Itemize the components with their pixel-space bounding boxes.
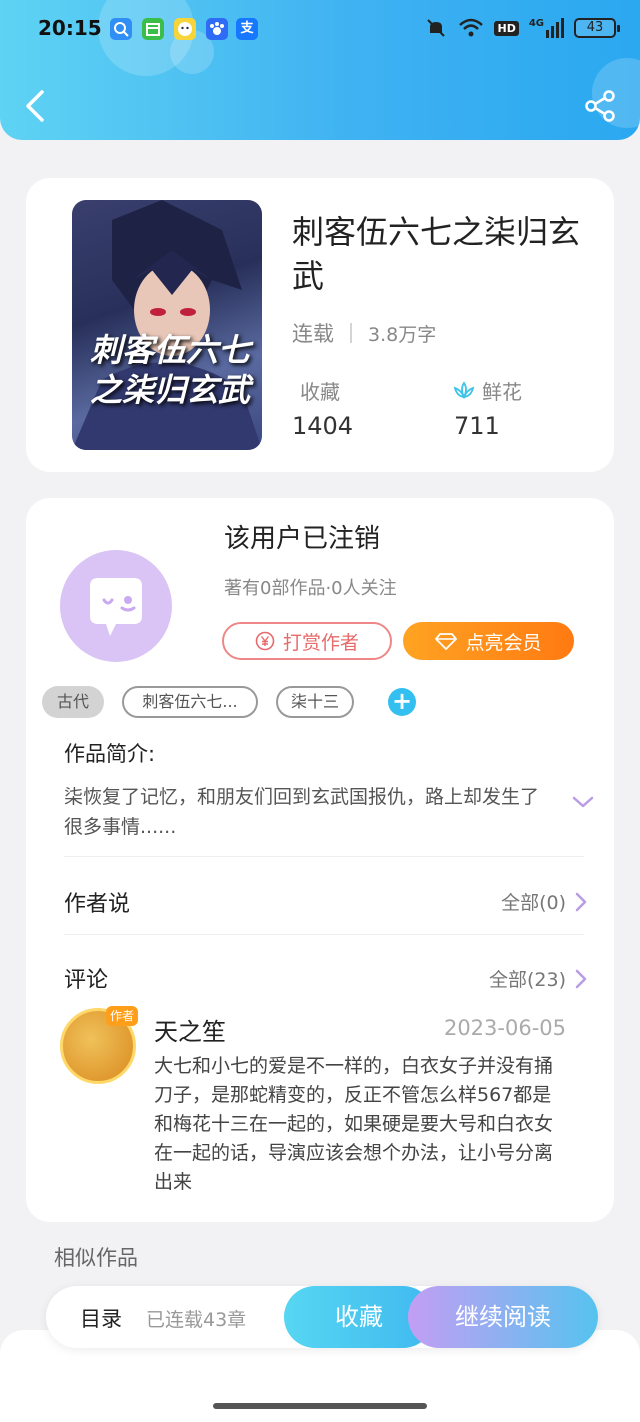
yen-coin-icon	[255, 631, 275, 651]
author-avatar[interactable]	[60, 550, 172, 662]
flower-stat-label: 鲜花	[482, 380, 522, 404]
chevron-right-icon	[575, 892, 587, 911]
status-time: 20:15	[38, 16, 102, 40]
chat-bubble-avatar-icon	[90, 578, 142, 636]
search-app-icon	[110, 18, 132, 40]
mute-bell-icon	[427, 19, 446, 37]
chapter-count[interactable]: 已连载43章	[146, 1305, 246, 1332]
flower-stat[interactable]: 鲜花	[452, 376, 522, 405]
alipay-app-icon: 支	[236, 18, 258, 40]
calendar-app-icon	[142, 18, 164, 40]
share-icon	[585, 90, 615, 122]
status-bar: 20:15 支 HD 4G 43	[0, 0, 640, 58]
collect-stat-label: 收藏	[300, 380, 340, 404]
commenter-name[interactable]: 天之笙	[154, 1012, 226, 1047]
comments-all-link[interactable]: 全部(23)	[489, 965, 588, 992]
wifi-icon	[459, 18, 484, 37]
collect-stat-value: 1404	[292, 412, 354, 440]
header: 20:15 支 HD 4G 43	[0, 0, 640, 140]
toc-button[interactable]: 目录	[80, 1303, 122, 1333]
continue-reading-button[interactable]: 继续阅读	[408, 1286, 598, 1348]
book-status: 连载	[292, 322, 334, 346]
home-indicator[interactable]	[213, 1403, 427, 1409]
signal-icon: 4G	[529, 18, 564, 38]
add-tag-button[interactable]: +	[388, 688, 416, 716]
similar-works-title: 相似作品	[54, 1246, 138, 1270]
chevron-right-icon	[575, 969, 587, 988]
bottom-action-bar: 目录 已连载43章 收藏 继续阅读	[46, 1286, 598, 1348]
back-chevron-icon	[26, 90, 44, 122]
author-name[interactable]: 该用户已注销	[224, 518, 380, 555]
diamond-icon	[435, 633, 458, 650]
flower-stat-value: 711	[454, 412, 500, 440]
battery-indicator: 43	[574, 18, 620, 38]
meta-divider	[350, 323, 352, 343]
back-button[interactable]	[22, 88, 50, 124]
comments-title: 评论	[64, 968, 109, 993]
system-icons: HD 4G 43	[424, 16, 620, 40]
book-meta: 连载 3.8万字	[292, 318, 436, 348]
reward-author-button[interactable]: 打赏作者	[222, 622, 392, 660]
synopsis-title: 作品简介:	[64, 742, 156, 766]
vip-member-button[interactable]: 点亮会员	[403, 622, 574, 660]
author-says-all-label: 全部(0)	[501, 892, 566, 914]
book-cover[interactable]: 刺客伍六七之柒归玄武	[72, 200, 262, 450]
author-says-title: 作者说	[64, 892, 131, 917]
hd-icon: HD	[494, 20, 519, 36]
book-info-card: 刺客伍六七之柒归玄武 刺客伍六七之柒归玄武 连载 3.8万字 收藏 1404 鲜…	[26, 178, 614, 472]
share-button[interactable]	[582, 88, 618, 124]
comment-date: 2023-06-05	[443, 1016, 566, 1040]
comment-text[interactable]: 大七和小七的爱是不一样的，白衣女子并没有捅刀子，是那蛇精变的，反正不管怎么样56…	[154, 1052, 564, 1197]
author-says-all-link[interactable]: 全部(0)	[501, 888, 588, 915]
tag-series[interactable]: 刺客伍六七...	[122, 686, 258, 718]
lotus-flower-icon	[453, 380, 475, 399]
smile-app-icon	[174, 18, 196, 40]
author-meta: 著有0部作品·0人关注	[224, 578, 397, 599]
chevron-down-icon	[572, 796, 594, 808]
tag-genre[interactable]: 古代	[42, 686, 104, 718]
expand-synopsis-button[interactable]	[572, 792, 594, 812]
reward-author-label: 打赏作者	[282, 631, 359, 654]
cover-title-text: 刺客伍六七之柒归玄武	[89, 331, 250, 409]
divider	[64, 934, 584, 935]
book-word-count: 3.8万字	[368, 323, 437, 346]
comments-all-label: 全部(23)	[488, 969, 566, 991]
book-detail-card: 该用户已注销 著有0部作品·0人关注 打赏作者 点亮会员 古代 刺客伍六七...…	[26, 498, 614, 1222]
cover-illustration	[72, 200, 262, 450]
author-badge: 作者	[106, 1006, 138, 1026]
paw-app-icon	[206, 18, 228, 40]
vip-member-label: 点亮会员	[465, 631, 542, 654]
book-title: 刺客伍六七之柒归玄武	[292, 213, 581, 295]
divider	[64, 856, 584, 857]
synopsis-text: 柒恢复了记忆，和朋友们回到玄武国报仇，路上却发生了很多事情......	[64, 786, 540, 838]
tag-character[interactable]: 柒十三	[276, 686, 354, 718]
